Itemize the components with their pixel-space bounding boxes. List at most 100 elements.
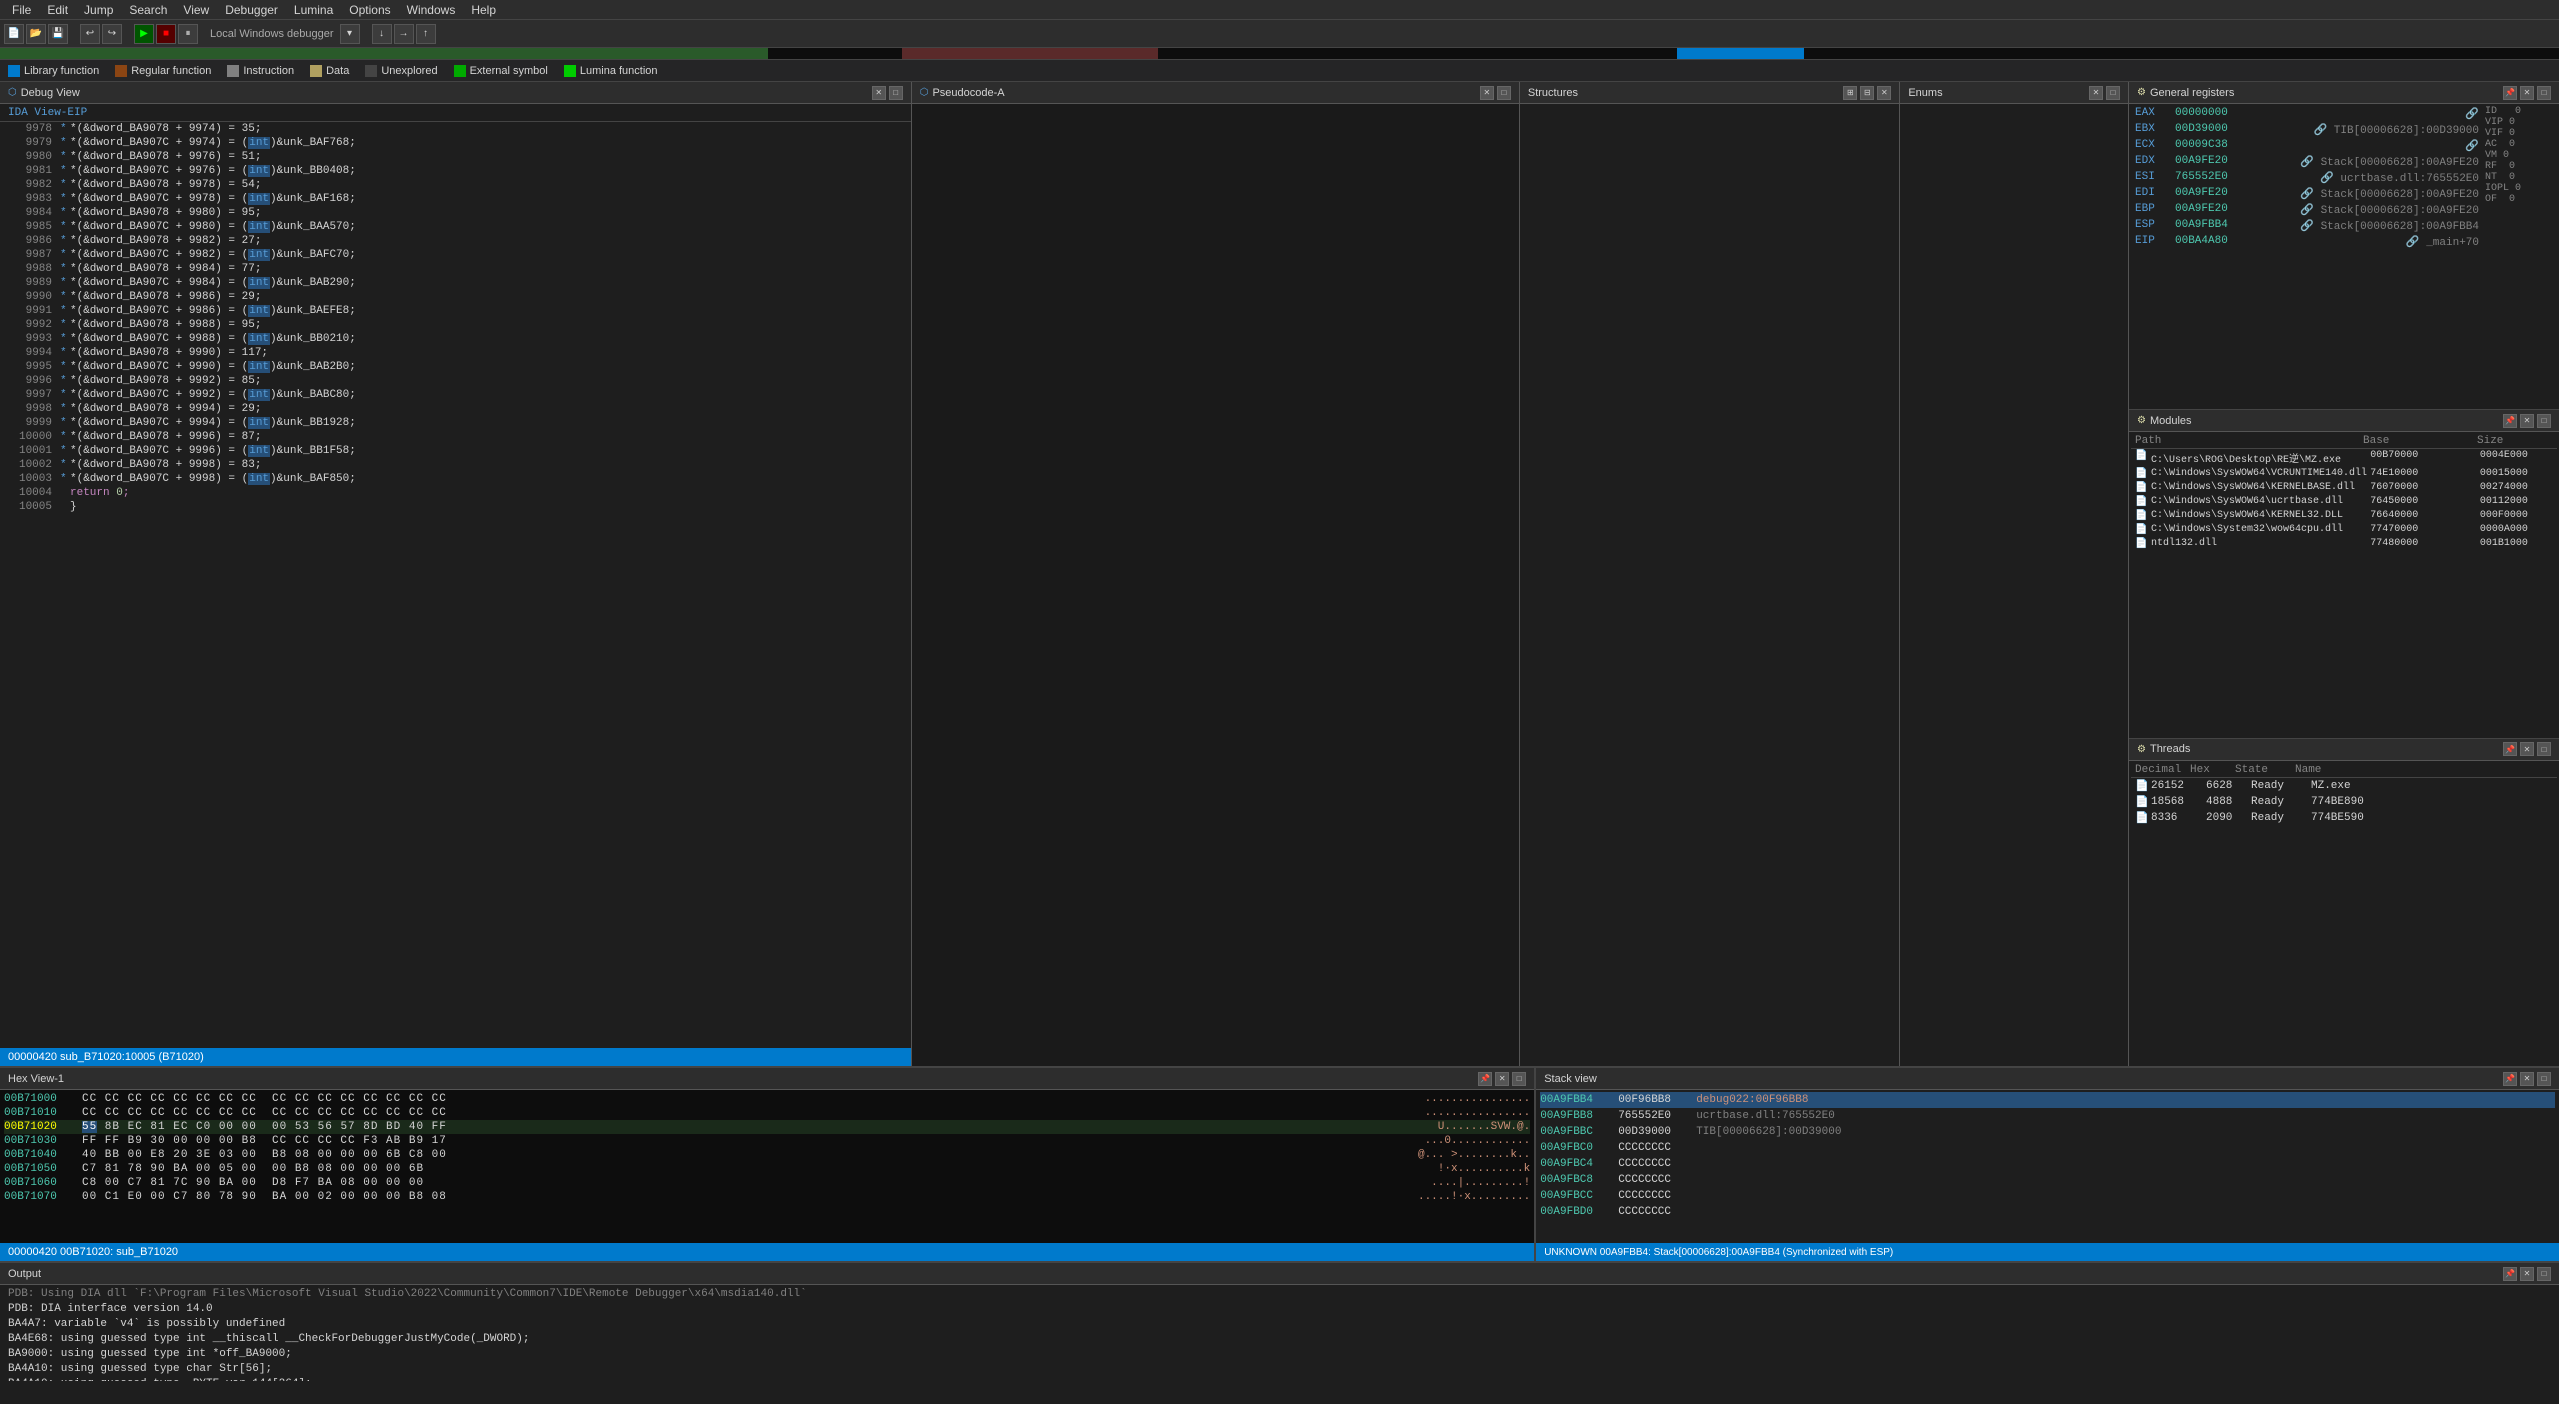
step-over-btn[interactable]: →: [394, 24, 414, 44]
menu-file[interactable]: File: [4, 1, 39, 19]
modules-header: ⚙ Modules 📌 ✕ □: [2129, 410, 2559, 432]
debugger-dropdown[interactable]: ▾: [340, 24, 360, 44]
menu-view[interactable]: View: [175, 1, 217, 19]
legend-unexplored-label: Unexplored: [381, 65, 437, 77]
hex-view-expand[interactable]: □: [1512, 1072, 1526, 1086]
hex-view-close[interactable]: ✕: [1495, 1072, 1509, 1086]
menu-debugger[interactable]: Debugger: [217, 1, 286, 19]
pseudocode-title: Pseudocode-A: [932, 87, 1004, 99]
stack-view-close[interactable]: ✕: [2520, 1072, 2534, 1086]
legend-library-dot: [8, 65, 20, 77]
structures-close[interactable]: ✕: [1877, 86, 1891, 100]
threads-pin[interactable]: 📌: [2503, 742, 2517, 756]
enums-content[interactable]: [1900, 104, 2128, 1066]
save-btn[interactable]: 💾: [48, 24, 68, 44]
new-btn[interactable]: 📄: [4, 24, 24, 44]
modules-expand[interactable]: □: [2537, 414, 2551, 428]
run-btn[interactable]: ▶: [134, 24, 154, 44]
legend-instruction-dot: [227, 65, 239, 77]
right-panel: ⚙ General registers 📌 ✕ □ EAX: [2129, 82, 2559, 1066]
stack-content[interactable]: 00A9FBB4 00F96BB8 debug022:00F96BB8 00A9…: [1536, 1090, 2559, 1243]
legend-external-symbol: External symbol: [454, 65, 548, 77]
reg-eax: EAX 00000000 🔗: [2133, 106, 2481, 122]
hex-row: 00B71060 C8 00 C7 81 7C 90 BA 00 D8 F7 B…: [4, 1176, 1530, 1190]
registers-pin[interactable]: 📌: [2503, 86, 2517, 100]
threads-icon: ⚙: [2137, 744, 2146, 755]
flag-id: ID 0: [2485, 106, 2555, 117]
icon-toolbar: 📄 📂 💾 ↩ ↪ ▶ ■ ⏸ Local Windows debugger ▾…: [0, 20, 2559, 48]
menu-options[interactable]: Options: [341, 1, 398, 19]
step-into-btn[interactable]: ↓: [372, 24, 392, 44]
menu-lumina[interactable]: Lumina: [286, 1, 341, 19]
registers-expand[interactable]: □: [2537, 86, 2551, 100]
flag-ac: AC 0: [2485, 139, 2555, 150]
stack-view-header: Stack view 📌 ✕ □: [1536, 1068, 2559, 1090]
enums-close[interactable]: ✕: [2089, 86, 2103, 100]
modules-pin[interactable]: 📌: [2503, 414, 2517, 428]
output-pin[interactable]: 📌: [2503, 1267, 2517, 1281]
code-line: 9999 * *(&dword_BA907C + 9994) = (int)&u…: [0, 416, 911, 430]
undo-btn[interactable]: ↩: [80, 24, 100, 44]
stack-view-pin[interactable]: 📌: [2503, 1072, 2517, 1086]
module-row: 📄 C:\Windows\SysWOW64\ucrtbase.dll 76450…: [2131, 495, 2557, 509]
structures-expand1[interactable]: ⊞: [1843, 86, 1857, 100]
structures-content[interactable]: [1520, 104, 1899, 1066]
debug-view-expand[interactable]: □: [889, 86, 903, 100]
menu-jump[interactable]: Jump: [76, 1, 121, 19]
pseudocode-expand[interactable]: □: [1497, 86, 1511, 100]
modules-col-size: Size: [2477, 435, 2553, 447]
threads-panel: ⚙ Threads 📌 ✕ □ Decimal Hex State Name: [2129, 739, 2559, 1066]
stack-status-text: UNKNOWN 00A9FBB4: Stack[00006628]:00A9FB…: [1544, 1247, 1893, 1258]
stack-row: 00A9FBD0 CCCCCCCC: [1540, 1204, 2555, 1220]
stack-view-expand[interactable]: □: [2537, 1072, 2551, 1086]
code-area[interactable]: 9978 * *(&dword_BA9078 + 9974) = 35; 997…: [0, 122, 911, 1048]
menu-bar: File Edit Jump Search View Debugger Lumi…: [0, 0, 2559, 20]
output-close[interactable]: ✕: [2520, 1267, 2534, 1281]
code-line: 9978 * *(&dword_BA9078 + 9974) = 35;: [0, 122, 911, 136]
threads-close[interactable]: ✕: [2520, 742, 2534, 756]
ida-view-label: IDA View-EIP: [8, 107, 87, 119]
reg-ecx: ECX 00009C38 🔗: [2133, 138, 2481, 154]
debug-view-status: 00000420 sub_B71020:10005 (B71020): [0, 1048, 911, 1066]
legend-lumina-label: Lumina function: [580, 65, 658, 77]
pseudocode-close[interactable]: ✕: [1480, 86, 1494, 100]
hex-view-pin[interactable]: 📌: [1478, 1072, 1492, 1086]
output-content[interactable]: PDB: Using DIA dll `F:\Program Files\Mic…: [0, 1285, 2559, 1381]
stop-btn[interactable]: ■: [156, 24, 176, 44]
pseudocode-icon: ⬡: [920, 87, 929, 98]
registers-left-col: EAX 00000000 🔗 EBX 00D39000 🔗 TIB[000066…: [2133, 106, 2481, 250]
menu-search[interactable]: Search: [121, 1, 175, 19]
enums-expand[interactable]: □: [2106, 86, 2120, 100]
structures-expand2[interactable]: ⊟: [1860, 86, 1874, 100]
open-btn[interactable]: 📂: [26, 24, 46, 44]
legend-regular-dot: [115, 65, 127, 77]
menu-help[interactable]: Help: [463, 1, 504, 19]
modules-close[interactable]: ✕: [2520, 414, 2534, 428]
stack-row-active: 00A9FBB4 00F96BB8 debug022:00F96BB8: [1540, 1092, 2555, 1108]
reg-esi: ESI 765552E0 🔗 ucrtbase.dll:765552E0: [2133, 170, 2481, 186]
pause-btn[interactable]: ⏸: [178, 24, 198, 44]
code-line: 9984 * *(&dword_BA9078 + 9980) = 95;: [0, 206, 911, 220]
pseudocode-content[interactable]: [912, 104, 1519, 1066]
hex-content[interactable]: 00B71000 CC CC CC CC CC CC CC CC CC CC C…: [0, 1090, 1534, 1243]
legend-lumina-function: Lumina function: [564, 65, 658, 77]
structures-header: Structures ⊞ ⊟ ✕: [1520, 82, 1899, 104]
reg-ebp: EBP 00A9FE20 🔗 Stack[00006628]:00A9FE20: [2133, 202, 2481, 218]
redo-btn[interactable]: ↪: [102, 24, 122, 44]
threads-expand[interactable]: □: [2537, 742, 2551, 756]
debugger-label: Local Windows debugger: [206, 28, 338, 40]
debug-view-title: Debug View: [21, 87, 80, 99]
registers-icon: ⚙: [2137, 87, 2146, 98]
code-line: 9997 * *(&dword_BA907C + 9992) = (int)&u…: [0, 388, 911, 402]
pseudocode-panel: ⬡ Pseudocode-A ✕ □: [912, 82, 1520, 1066]
step-out-btn[interactable]: ↑: [416, 24, 436, 44]
threads-header: ⚙ Threads 📌 ✕ □: [2129, 739, 2559, 761]
debug-view-close[interactable]: ✕: [872, 86, 886, 100]
output-panel: Output 📌 ✕ □ PDB: Using DIA dll `F:\Prog…: [0, 1261, 2559, 1381]
registers-close[interactable]: ✕: [2520, 86, 2534, 100]
output-expand[interactable]: □: [2537, 1267, 2551, 1281]
menu-windows[interactable]: Windows: [399, 1, 464, 19]
hex-row: 00B71040 40 BB 00 E8 20 3E 03 00 B8 08 0…: [4, 1148, 1530, 1162]
menu-edit[interactable]: Edit: [39, 1, 76, 19]
legend-regular-function: Regular function: [115, 65, 211, 77]
